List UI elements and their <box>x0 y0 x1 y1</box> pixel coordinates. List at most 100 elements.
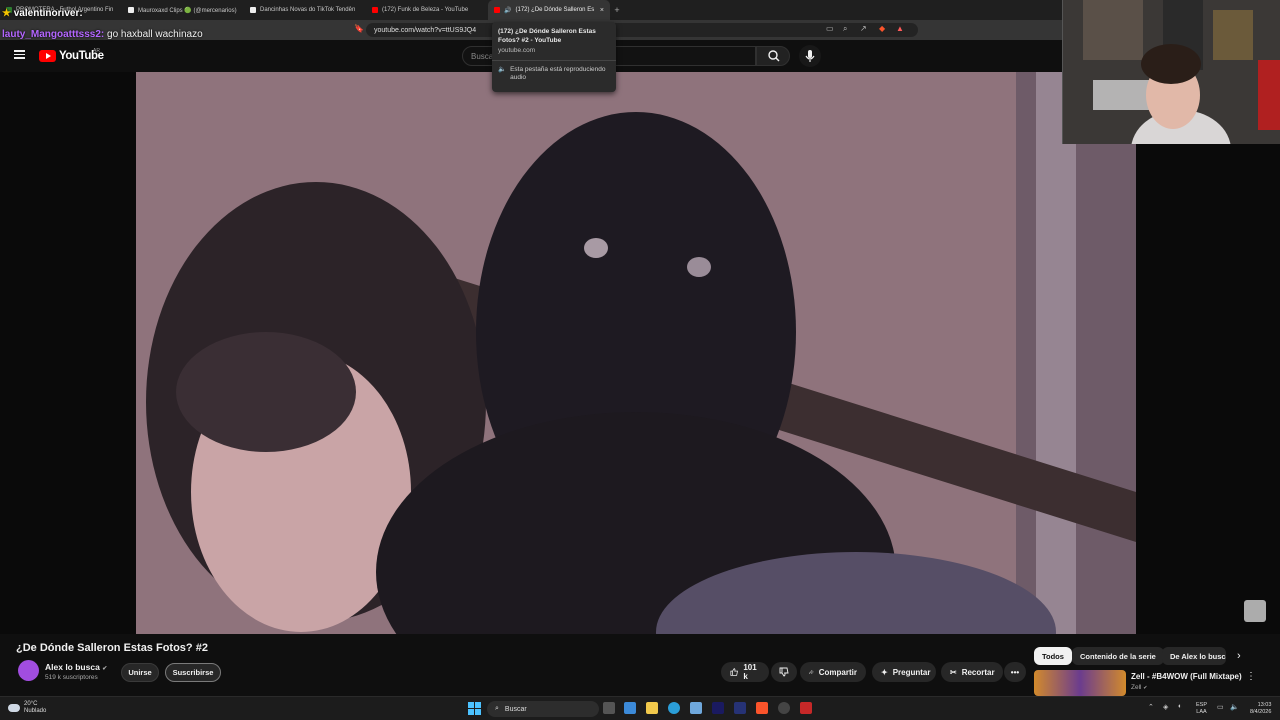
video-player[interactable] <box>0 72 1280 634</box>
clock-time: 13:03 <box>1257 702 1272 708</box>
subscriber-count: 519 k suscriptores <box>45 674 98 681</box>
windows-start-icon[interactable] <box>468 702 481 715</box>
like-count: 101 k <box>743 663 757 681</box>
recommended-thumbnail[interactable] <box>1034 670 1126 696</box>
more-actions-button[interactable]: ••• <box>1004 662 1026 682</box>
cast-icon[interactable]: ▭ <box>826 24 834 33</box>
youtube-play-icon <box>39 50 56 62</box>
verified-icon: ✔ <box>102 666 108 672</box>
share-button[interactable]: Compartir <box>800 662 866 682</box>
clock-date: 8/4/2026 <box>1250 709 1272 715</box>
recommended-menu-icon[interactable]: ⋮ <box>1246 671 1256 682</box>
cloud-icon <box>8 704 20 712</box>
recommended-channel: Zell ✔ <box>1131 684 1148 691</box>
url-text: youtube.com/watch?v=ttUS9JQ4 <box>374 26 477 34</box>
fifa-app-icon[interactable] <box>712 702 724 714</box>
volume-icon[interactable]: ◐ <box>1178 703 1182 710</box>
brave-rewards-icon[interactable]: ▲ <box>896 24 904 33</box>
tab-hover-card: (172) ¿De Dónde Salleron Estas Fotos? #2… <box>492 22 616 92</box>
verified-icon: ✔ <box>1143 685 1148 691</box>
join-button[interactable]: Unirse <box>121 663 159 682</box>
bookmark-icon[interactable]: 🔖 <box>354 24 364 33</box>
network-icon[interactable]: ◈ <box>1163 703 1168 711</box>
file-explorer-icon[interactable] <box>646 702 658 714</box>
app-icon[interactable] <box>778 702 790 714</box>
subscribe-button[interactable]: Suscribirse <box>165 663 221 682</box>
display-icon[interactable]: ▭ <box>1217 703 1224 711</box>
new-tab-button[interactable]: + <box>610 5 624 15</box>
language-indicator[interactable]: ESP LAA <box>1196 702 1207 716</box>
share-icon[interactable]: ↗ <box>860 24 867 33</box>
webcam-overlay <box>1062 0 1280 144</box>
windows-taskbar: 20°C Nublado ⌕ Buscar ⌃ ◈ ◐ ESP LAA ▭ 🔈 … <box>0 696 1280 720</box>
video-frame[interactable] <box>136 72 1136 634</box>
brave-shield-icon[interactable]: ◆ <box>879 24 885 33</box>
like-button[interactable]: 101 k <box>721 662 769 682</box>
widgets-icon[interactable] <box>624 702 636 714</box>
tab-title: Dancinhas Novas do TikTok Tendên <box>260 7 356 13</box>
brave-browser-icon[interactable] <box>756 702 768 714</box>
tray-overflow-icon[interactable]: ⌃ <box>1148 703 1154 711</box>
tab-close-icon[interactable]: × <box>600 7 604 14</box>
speaker-icon: 🔈 <box>498 66 507 73</box>
task-view-icon[interactable] <box>603 702 615 714</box>
chip-all[interactable]: Todos <box>1034 647 1072 665</box>
sparkle-icon: ✦ <box>881 667 888 677</box>
browser-tab[interactable]: Mauroxaxd Clips 🟢 (@mercenarios) <box>122 0 244 20</box>
edge-icon[interactable] <box>668 702 680 714</box>
tab-title: Mauroxaxd Clips 🟢 (@mercenarios) <box>138 7 237 14</box>
chat-message: go haxball wachinazo <box>104 29 203 40</box>
menu-icon[interactable] <box>14 50 25 59</box>
app-icon[interactable] <box>800 702 812 714</box>
channel-avatar[interactable] <box>18 660 39 681</box>
app-icon[interactable] <box>734 702 746 714</box>
hover-card-audio: 🔈 Esta pestaña está reproduciendo audio <box>498 66 610 82</box>
zoom-icon[interactable]: ⌕ <box>843 24 847 34</box>
share-arrow-icon <box>809 669 814 675</box>
taskbar-search-label: Buscar <box>504 705 527 713</box>
search-icon: ⌕ <box>495 705 499 712</box>
address-bar[interactable]: youtube.com/watch?v=ttUS9JQ4 <box>366 23 918 37</box>
scissors-icon: ✂ <box>950 667 957 677</box>
browser-tab[interactable]: (172) Funk de Beleza - YouTube <box>366 0 488 20</box>
tab-title: (172) Funk de Beleza - YouTube <box>382 7 469 13</box>
microphone-icon <box>805 50 815 62</box>
tab-title: (172) ¿De Dónde Salleron Es <box>515 7 595 13</box>
notepad-icon[interactable] <box>690 702 702 714</box>
share-label: Compartir <box>818 667 857 677</box>
taskbar-search[interactable]: ⌕ Buscar <box>487 701 599 717</box>
embed-badge-icon[interactable] <box>1244 600 1266 622</box>
hover-card-divider <box>492 60 616 61</box>
country-code: AR <box>93 48 100 54</box>
dislike-button[interactable] <box>771 662 797 682</box>
clip-label: Recortar <box>961 667 995 677</box>
search-button[interactable] <box>756 46 790 66</box>
youtube-favicon-icon <box>494 7 500 13</box>
chat-username: valentinoriver: <box>13 8 83 19</box>
chip-from-channel[interactable]: De Alex lo busca <box>1162 647 1226 665</box>
video-image <box>136 72 1136 634</box>
clip-button[interactable]: ✂ Recortar <box>941 662 1003 682</box>
weather-temp: 20°C <box>24 701 38 707</box>
ask-label: Preguntar <box>892 667 931 677</box>
chat-username: lauty_Mangoatttsss2: <box>2 29 105 40</box>
channel-name-text: Alex lo busca <box>45 662 100 672</box>
search-icon <box>768 50 780 62</box>
stream-chat-line: lauty_Mangoatttsss2: go haxball wachinaz… <box>2 29 203 40</box>
video-title: ¿De Dónde Salleron Estas Fotos? #2 <box>16 642 208 654</box>
youtube-favicon-icon <box>372 7 378 13</box>
channel-name[interactable]: Alex lo busca ✔ <box>45 662 107 672</box>
voice-search-button[interactable] <box>799 45 821 67</box>
recommended-title[interactable]: Zell - #B4WOW (Full Mixtape) <box>1131 672 1242 681</box>
hover-card-audio-text: Esta pestaña está reproduciendo audio <box>510 66 606 81</box>
chevron-right-icon[interactable]: › <box>1237 650 1241 662</box>
browser-tab[interactable]: Dancinhas Novas do TikTok Tendên <box>244 0 366 20</box>
chip-series-content[interactable]: Contenido de la serie <box>1072 647 1164 665</box>
speaker-icon[interactable]: 🔈 <box>1230 703 1239 711</box>
stream-chat-line: ★ valentinoriver: <box>2 8 83 19</box>
ask-button[interactable]: ✦ Preguntar <box>872 662 936 682</box>
weather-widget[interactable]: 20°C Nublado <box>8 701 46 715</box>
language-code: ESP <box>1196 702 1208 708</box>
browser-tab-active[interactable]: 🔊 (172) ¿De Dónde Salleron Es × <box>488 0 610 20</box>
system-clock[interactable]: 13:03 8/4/2026 <box>1250 702 1271 716</box>
